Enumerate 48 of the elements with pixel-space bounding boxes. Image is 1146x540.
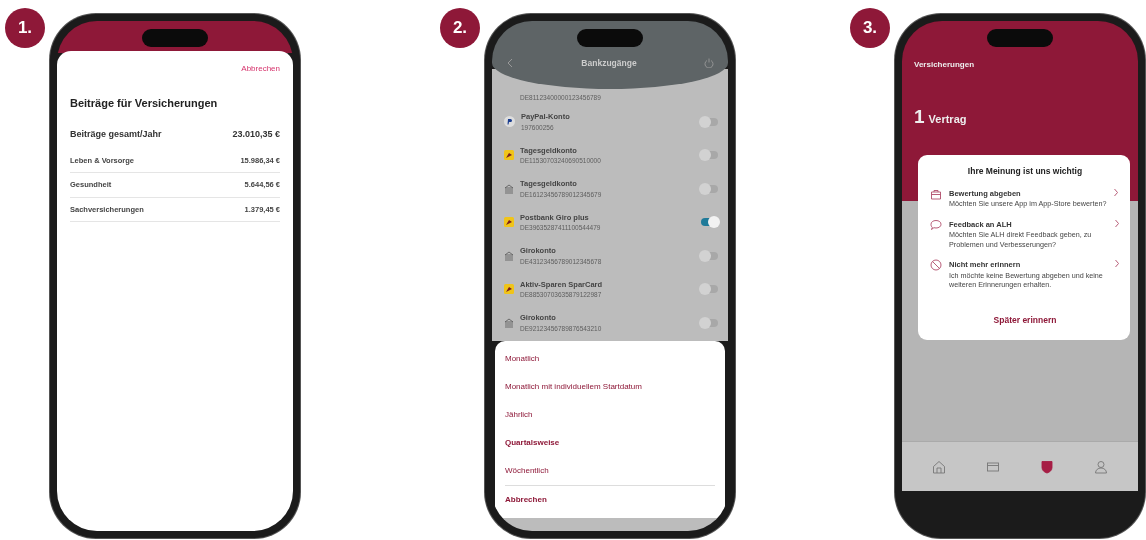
prohibited-icon xyxy=(930,259,942,272)
speech-bubble-icon xyxy=(930,218,942,231)
step-number-badge: 1. xyxy=(5,8,45,48)
step-number-badge: 2. xyxy=(440,8,480,48)
paypal-logo-icon xyxy=(504,116,515,128)
menu-option[interactable]: Jährlich xyxy=(505,401,715,429)
toggle-switch[interactable] xyxy=(701,151,718,160)
bird-logo-icon xyxy=(504,150,514,161)
toggle-switch[interactable] xyxy=(701,218,718,227)
bird-logo-icon xyxy=(504,284,514,295)
cancel-option[interactable]: Abbrechen xyxy=(505,486,715,514)
camera-notch xyxy=(142,29,208,47)
menu-option[interactable]: Monatlich xyxy=(505,345,715,373)
chevron-right-icon[interactable] xyxy=(1113,187,1120,197)
chevron-right-icon[interactable] xyxy=(1114,259,1120,269)
toggle-switch[interactable] xyxy=(701,184,718,193)
person-icon[interactable] xyxy=(1094,460,1108,474)
contract-count: 1 xyxy=(914,105,925,129)
toggle-switch[interactable] xyxy=(701,318,718,327)
bank-icon xyxy=(504,183,514,194)
menu-option[interactable]: Quartalsweise xyxy=(505,429,715,457)
back-icon[interactable] xyxy=(506,58,514,69)
bank-icon xyxy=(504,317,514,328)
power-icon[interactable] xyxy=(704,58,714,69)
bank-icon xyxy=(504,250,514,261)
house-icon[interactable] xyxy=(932,460,946,474)
dialog-title: Ihre Meinung ist uns wichtig xyxy=(966,165,1084,178)
card-icon[interactable] xyxy=(986,460,1000,474)
toggle-switch[interactable] xyxy=(701,285,718,294)
step-number-badge: 3. xyxy=(850,8,890,48)
contract-label: Vertrag xyxy=(928,112,967,127)
cancel-link[interactable]: Abbrechen xyxy=(241,64,280,73)
bird-logo-icon xyxy=(504,217,514,228)
chevron-right-icon[interactable] xyxy=(1114,218,1120,228)
later-button[interactable]: Später erinnern xyxy=(993,315,1057,326)
total-amount: 23.010,35 € xyxy=(232,127,280,141)
toggle-switch[interactable] xyxy=(701,251,718,260)
shopping-bag-icon xyxy=(930,187,942,200)
menu-option[interactable]: Monatlich mit individuellem Startdatum xyxy=(505,373,715,401)
screen-title: Bankzugänge xyxy=(581,57,637,70)
camera-notch xyxy=(987,29,1053,47)
sheet-title: Beiträge für Versicherungen xyxy=(70,96,219,111)
shield-icon[interactable] xyxy=(1040,460,1054,474)
camera-notch xyxy=(577,29,643,47)
screen-title: Versicherungen xyxy=(914,59,976,71)
toggle-switch[interactable] xyxy=(701,117,718,126)
menu-option[interactable]: Wöchentlich xyxy=(505,457,715,485)
total-label: Beiträge gesamt/Jahr xyxy=(70,127,162,141)
